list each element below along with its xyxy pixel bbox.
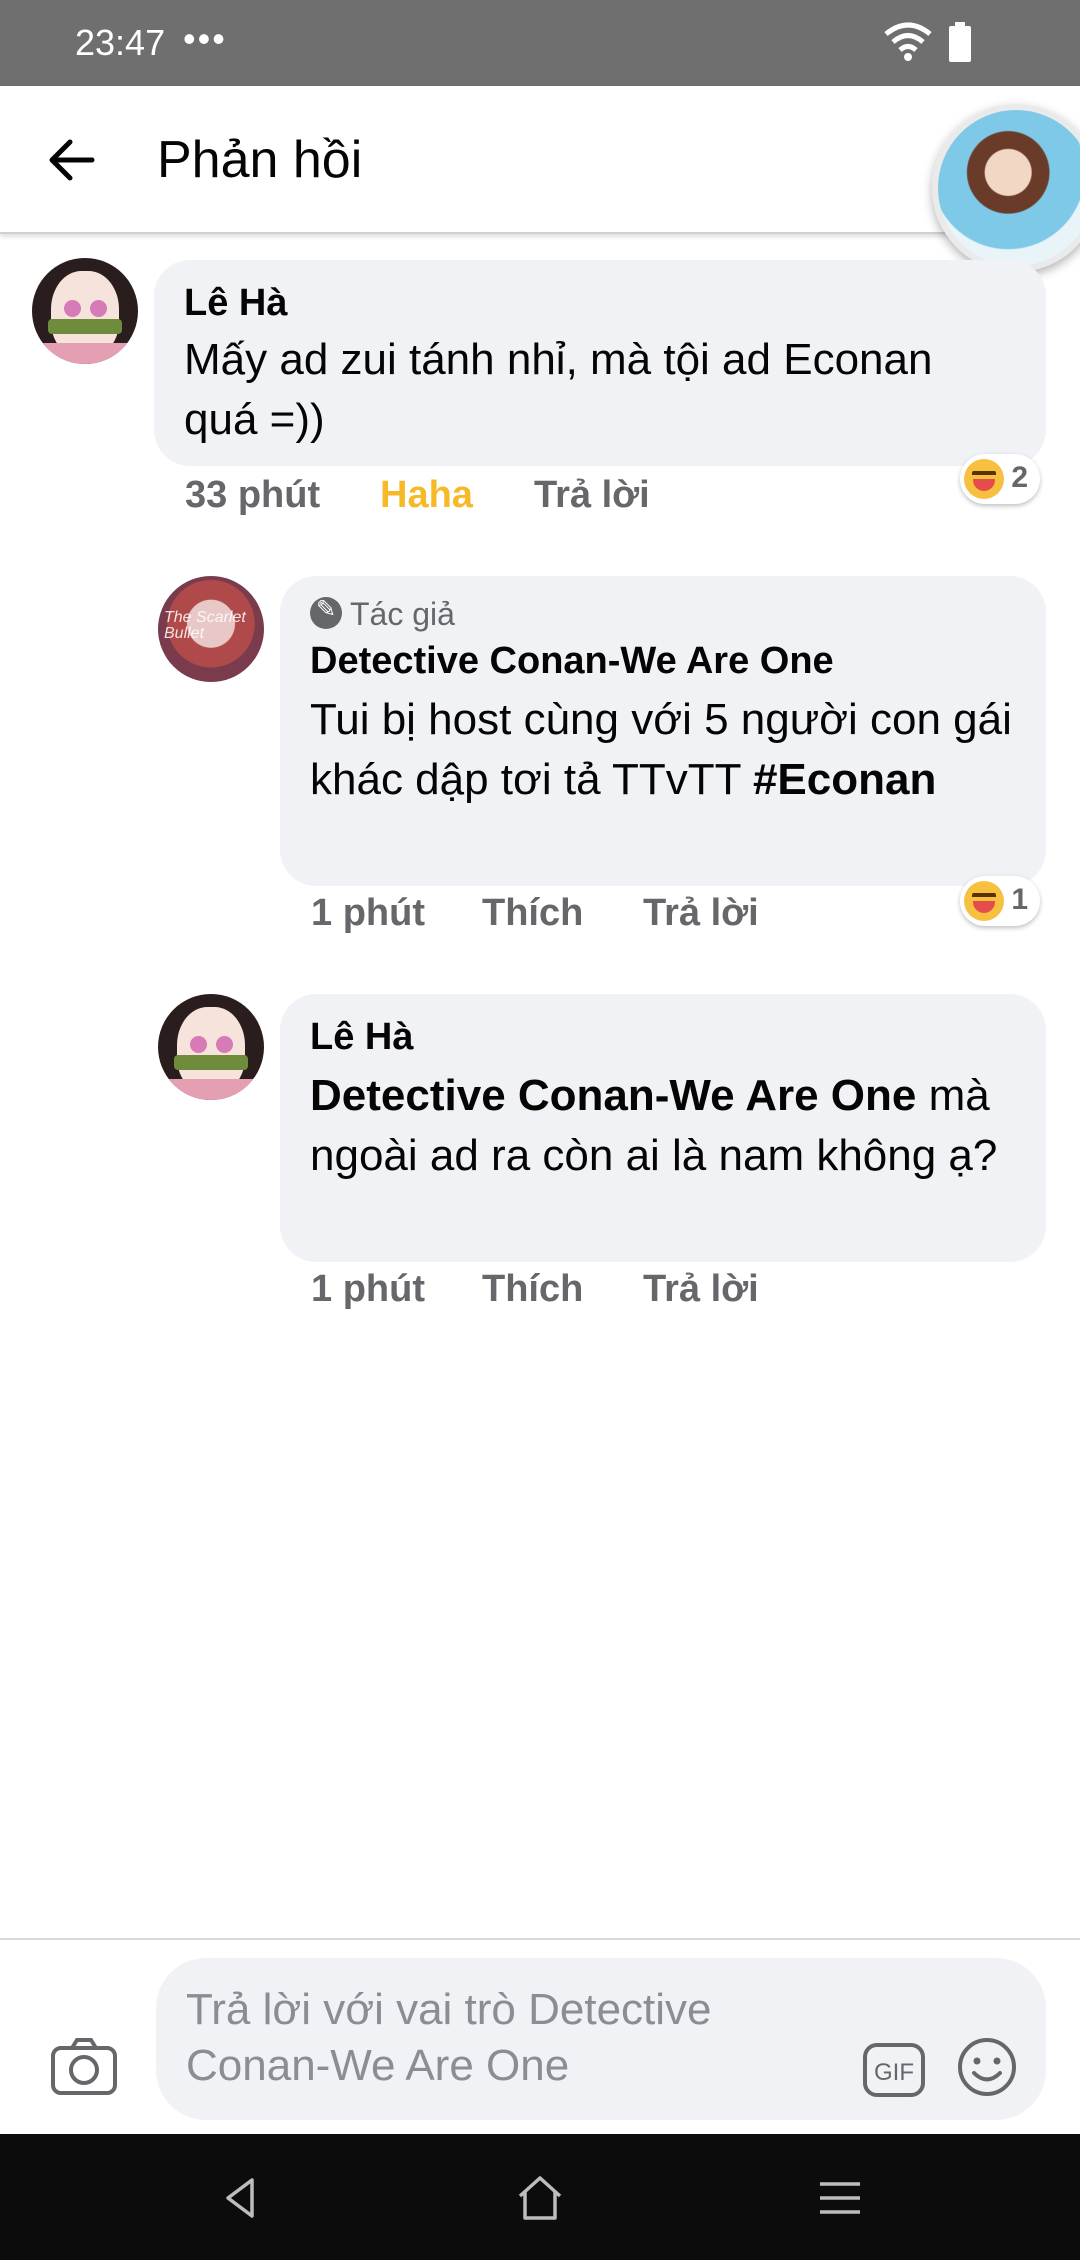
comment-bubble[interactable]: Tác giả Detective Conan-We Are One Tui b… bbox=[280, 576, 1046, 886]
chat-head-avatar[interactable] bbox=[932, 104, 1080, 272]
comment-author[interactable]: Detective Conan-We Are One bbox=[310, 640, 834, 683]
comment-bubble[interactable]: Lê Hà Mấy ad zui tánh nhỉ, mà tội ad Eco… bbox=[154, 260, 1046, 466]
notification-dots: ••• bbox=[183, 18, 227, 59]
reply-button[interactable]: Trả lời bbox=[643, 1268, 759, 1311]
author-badge-label: Tác giả bbox=[350, 596, 455, 632]
like-button[interactable]: Thích bbox=[482, 1268, 583, 1311]
comment-text: Tui bị host cùng với 5 người con gái khá… bbox=[310, 690, 1030, 810]
comment-text: Detective Conan-We Are One mà ngoài ad r… bbox=[310, 1066, 1030, 1186]
author-badge: Tác giả bbox=[310, 595, 455, 633]
hashtag-link[interactable]: #Econan bbox=[753, 755, 936, 804]
gif-label: GIF bbox=[874, 2059, 914, 2086]
avatar[interactable]: The Scarlet Bullet bbox=[158, 576, 264, 682]
reply-placeholder: Trả lời với vai trò Detective Conan-We A… bbox=[186, 1985, 712, 2090]
like-button[interactable]: Thích bbox=[482, 892, 583, 935]
status-time: 23:47 bbox=[75, 22, 166, 63]
reply-button[interactable]: Trả lời bbox=[643, 892, 759, 935]
reply-composer: Trả lời với vai trò Detective Conan-We A… bbox=[0, 1938, 1080, 2134]
status-bar: 23:47 ••• bbox=[0, 0, 1080, 86]
avatar[interactable] bbox=[158, 994, 264, 1100]
comment-author[interactable]: Lê Hà bbox=[184, 282, 287, 325]
reaction-count: 2 bbox=[1011, 461, 1028, 494]
app-header: Phản hồi bbox=[0, 86, 1080, 234]
battery-icon bbox=[949, 22, 971, 62]
nav-back-icon[interactable] bbox=[220, 2176, 264, 2220]
haha-emoji-icon bbox=[964, 459, 1004, 499]
page-title: Phản hồi bbox=[157, 131, 363, 189]
reaction-count-badge[interactable]: 1 bbox=[960, 876, 1040, 926]
reply-input[interactable]: Trả lời với vai trò Detective Conan-We A… bbox=[156, 1958, 1046, 2120]
system-nav-bar bbox=[0, 2134, 1080, 2260]
nav-menu-icon[interactable] bbox=[816, 2178, 864, 2218]
gif-icon[interactable]: GIF bbox=[862, 2042, 926, 2098]
pencil-badge-icon bbox=[310, 595, 342, 629]
comment-time: 33 phút bbox=[185, 474, 321, 516]
comment-time: 1 phút bbox=[311, 1268, 425, 1310]
comment-text: Mấy ad zui tánh nhỉ, mà tội ad Econan qu… bbox=[184, 335, 933, 444]
haha-reaction-button[interactable]: Haha bbox=[380, 474, 473, 517]
avatar[interactable] bbox=[32, 258, 138, 364]
nav-home-icon[interactable] bbox=[515, 2174, 565, 2222]
comment-author[interactable]: Lê Hà bbox=[310, 1016, 413, 1059]
back-arrow-icon[interactable] bbox=[40, 126, 108, 194]
haha-emoji-icon bbox=[964, 881, 1004, 921]
comment-bubble[interactable]: Lê Hà Detective Conan-We Are One mà ngoà… bbox=[280, 994, 1046, 1262]
comment-time: 1 phút bbox=[311, 892, 425, 934]
smiley-icon[interactable] bbox=[956, 2036, 1018, 2098]
reaction-count: 1 bbox=[1011, 883, 1028, 916]
mention-link[interactable]: Detective Conan-We Are One bbox=[310, 1071, 916, 1120]
wifi-icon bbox=[884, 22, 932, 61]
reaction-count-badge[interactable]: 2 bbox=[960, 454, 1040, 504]
camera-icon[interactable] bbox=[50, 2036, 118, 2096]
reply-button[interactable]: Trả lời bbox=[534, 474, 650, 517]
